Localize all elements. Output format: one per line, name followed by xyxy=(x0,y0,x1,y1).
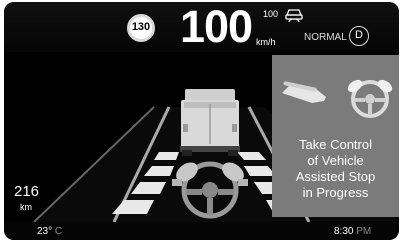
clock: 8:30 PM xyxy=(334,226,371,237)
alert-line-4: in Progress xyxy=(302,185,369,200)
take-control-alert: Take Control of Vehicle Assisted Stop in… xyxy=(272,55,399,217)
outside-temperature: 23° C xyxy=(37,226,62,237)
speed-limit-value: 130 xyxy=(131,21,151,33)
set-speed-value: 100 xyxy=(263,9,279,19)
status-bar: 23° C 8:30 PM xyxy=(4,222,399,240)
alert-graphics xyxy=(282,79,393,118)
clock-period: PM xyxy=(356,226,372,237)
clock-time: 8:30 xyxy=(334,226,354,237)
alert-line-3: Assisted Stop xyxy=(295,169,376,184)
current-speed: 100 xyxy=(180,2,253,52)
speed-limit-sign: 130 xyxy=(127,14,155,42)
alert-line-1: Take Control xyxy=(299,137,372,152)
pedal-icon xyxy=(282,81,326,103)
distance-value: 216 xyxy=(14,183,40,200)
alert-line-2: of Vehicle xyxy=(307,153,364,168)
instrument-cluster: 130 100 km/h 100 NORMAL D Take Control o… xyxy=(4,2,399,240)
gear-indicator: D xyxy=(349,26,369,46)
speed-bar: 130 100 km/h 100 NORMAL D xyxy=(4,2,399,52)
drive-mode: NORMAL xyxy=(304,32,347,43)
lead-vehicle xyxy=(180,89,240,156)
hands-on-wheel-icon xyxy=(347,79,393,118)
adaptive-cruise-icon xyxy=(285,9,303,23)
speed-unit: km/h xyxy=(256,37,276,47)
distance-unit: km xyxy=(20,202,32,212)
take-control-message: Take Control of Vehicle Assisted Stop in… xyxy=(272,137,399,201)
temperature-unit: C xyxy=(54,226,63,237)
temperature-value: 23° xyxy=(37,226,53,237)
